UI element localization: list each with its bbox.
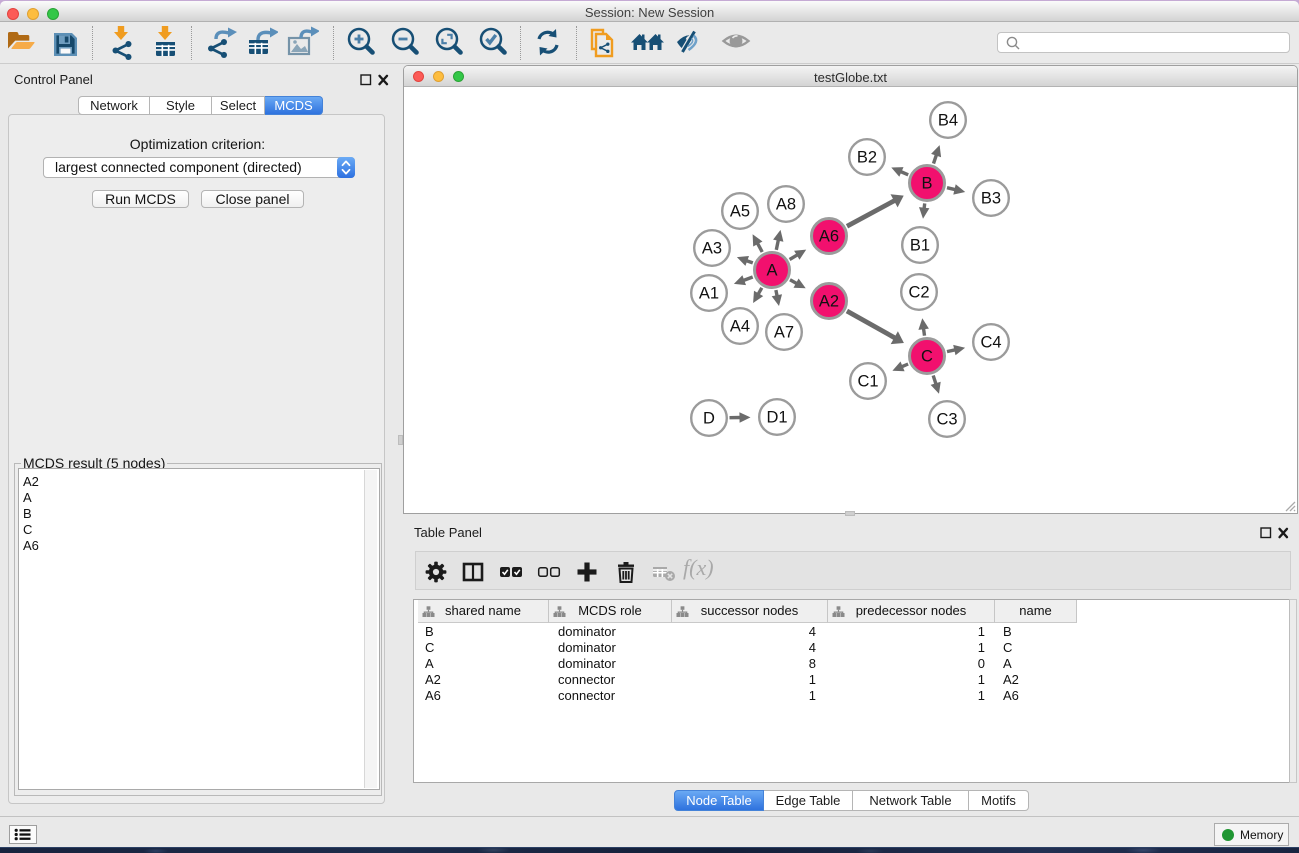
svg-text:A5: A5 — [730, 203, 750, 221]
svg-text:C: C — [921, 348, 933, 366]
svg-text:A: A — [766, 262, 777, 280]
svg-text:A3: A3 — [702, 240, 722, 258]
svg-text:C2: C2 — [908, 284, 929, 302]
svg-text:B1: B1 — [910, 237, 930, 255]
svg-text:C4: C4 — [980, 334, 1001, 352]
svg-text:B3: B3 — [981, 190, 1001, 208]
svg-text:B2: B2 — [857, 149, 877, 167]
svg-text:A8: A8 — [776, 196, 796, 214]
svg-text:D: D — [703, 410, 715, 428]
svg-text:A6: A6 — [819, 228, 839, 246]
svg-text:A7: A7 — [774, 324, 794, 342]
svg-text:B: B — [921, 175, 932, 193]
svg-text:B4: B4 — [938, 112, 958, 130]
svg-text:A1: A1 — [699, 285, 719, 303]
svg-text:C3: C3 — [936, 411, 957, 429]
svg-text:C1: C1 — [857, 373, 878, 391]
svg-text:D1: D1 — [766, 409, 787, 427]
svg-text:A4: A4 — [730, 318, 750, 336]
svg-text:A2: A2 — [819, 293, 839, 311]
